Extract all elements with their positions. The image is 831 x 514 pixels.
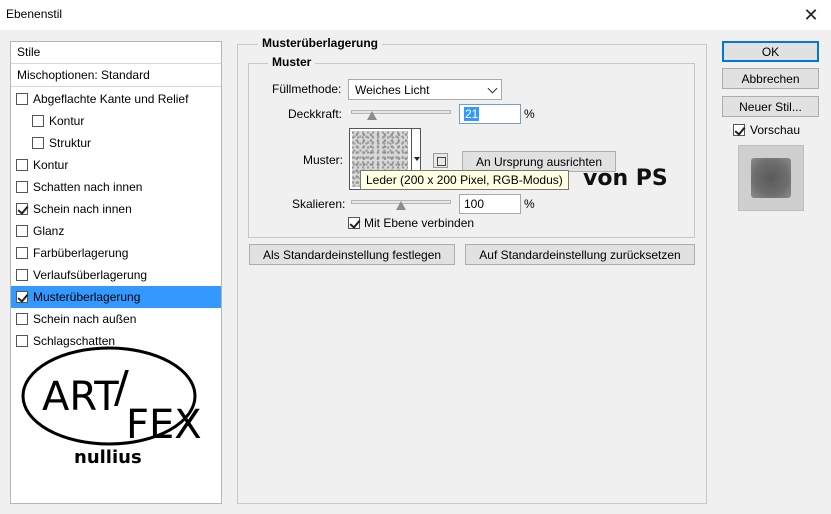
style-item[interactable]: Schein nach außen (11, 308, 221, 330)
opacity-input[interactable]: 21 (459, 104, 521, 124)
preview-thumbnail (738, 145, 804, 211)
make-default-button[interactable]: Als Standardeinstellung festlegen (249, 244, 455, 265)
style-item[interactable]: Farbüberlagerung (11, 242, 221, 264)
style-item-label: Schein nach außen (33, 312, 137, 326)
scale-slider-thumb[interactable] (396, 201, 406, 210)
checkbox-icon[interactable] (16, 247, 28, 259)
style-item-label: Kontur (49, 114, 85, 128)
checkbox-icon[interactable] (16, 225, 28, 237)
artifex-logo: ART / FEX nullius (21, 346, 202, 468)
checkbox-icon[interactable] (16, 159, 28, 171)
logo-text-left: ART (42, 374, 119, 420)
blend-options-item[interactable]: Mischoptionen: Standard (11, 65, 221, 87)
style-item-label: Schein nach innen (33, 202, 132, 216)
style-item[interactable]: Kontur (11, 110, 221, 132)
style-item[interactable]: Verlaufsüberlagerung (11, 264, 221, 286)
scale-value: 100 (464, 197, 485, 211)
pattern-label: Muster: (303, 153, 344, 167)
chevron-down-icon (487, 83, 498, 94)
checkbox-icon[interactable] (16, 93, 28, 105)
style-item[interactable]: Musterüberlagerung (11, 286, 221, 308)
logo-text-bottom: nullius (74, 447, 142, 468)
style-items: Abgeflachte Kante und Relief Kontur Strukt… (11, 88, 221, 352)
blend-mode-select[interactable]: Weiches Licht (348, 79, 502, 100)
style-item-label: Verlaufsüberlagerung (33, 268, 148, 282)
link-with-layer-label: Mit Ebene verbinden (364, 216, 475, 230)
opacity-label: Deckkraft: (288, 107, 343, 121)
checkbox-icon[interactable] (348, 217, 360, 229)
new-preset-icon[interactable] (433, 153, 448, 168)
style-item-label: Abgeflachte Kante und Relief (33, 92, 189, 106)
blend-mode-value: Weiches Licht (355, 83, 430, 97)
reset-default-button[interactable]: Auf Standardeinstellung zurücksetzen (465, 244, 695, 265)
preview-image (751, 158, 791, 198)
preview-label: Vorschau (750, 123, 801, 137)
style-item[interactable]: Abgeflachte Kante und Relief (11, 88, 221, 110)
opacity-slider-track[interactable] (351, 110, 451, 114)
style-item-label: Schatten nach innen (33, 180, 143, 194)
link-with-layer-checkbox[interactable]: Mit Ebene verbinden (348, 216, 474, 230)
style-item-label: Kontur (33, 158, 69, 172)
checkbox-icon[interactable] (16, 291, 28, 303)
blend-mode-label: Füllmethode: (272, 82, 342, 96)
checkbox-icon[interactable] (16, 181, 28, 193)
style-item[interactable]: Struktur (11, 132, 221, 154)
checkbox-icon[interactable] (733, 124, 745, 136)
checkbox-icon[interactable] (32, 137, 44, 149)
ok-button[interactable]: OK (722, 41, 819, 62)
scale-label: Skalieren: (292, 197, 346, 211)
preview-checkbox[interactable]: Vorschau (733, 123, 800, 137)
style-item[interactable]: Schein nach innen (11, 198, 221, 220)
group-title: Musterüberlagerung (258, 36, 383, 50)
opacity-value: 21 (464, 107, 480, 121)
style-item-label: Farbüberlagerung (33, 246, 129, 260)
checkbox-icon[interactable] (16, 269, 28, 281)
opacity-unit: % (524, 107, 535, 121)
style-item[interactable]: Kontur (11, 154, 221, 176)
annotation-text: von PS (583, 166, 668, 191)
scale-input[interactable]: 100 (459, 194, 521, 214)
style-item-label: Struktur (49, 136, 92, 150)
pattern-tooltip: Leder (200 x 200 Pixel, RGB-Modus) (360, 170, 569, 190)
scale-unit: % (524, 197, 535, 211)
close-icon[interactable]: ✕ (799, 3, 823, 27)
window-title: Ebenenstil (6, 7, 63, 21)
style-item[interactable]: Glanz (11, 220, 221, 242)
opacity-slider-thumb[interactable] (367, 111, 377, 120)
checkbox-icon[interactable] (16, 313, 28, 325)
style-item-label: Glanz (33, 224, 65, 238)
checkbox-icon[interactable] (32, 115, 44, 127)
logo-text-right: FEX (126, 402, 202, 448)
styles-header[interactable]: Stile (11, 42, 221, 64)
checkbox-icon[interactable] (16, 203, 28, 215)
cancel-button[interactable]: Abbrechen (722, 68, 819, 89)
title-bar: Ebenenstil ✕ (0, 0, 831, 30)
section-title: Muster (268, 55, 316, 69)
new-style-button[interactable]: Neuer Stil... (722, 96, 819, 117)
style-item[interactable]: Schatten nach innen (11, 176, 221, 198)
style-item-label: Musterüberlagerung (33, 290, 141, 304)
